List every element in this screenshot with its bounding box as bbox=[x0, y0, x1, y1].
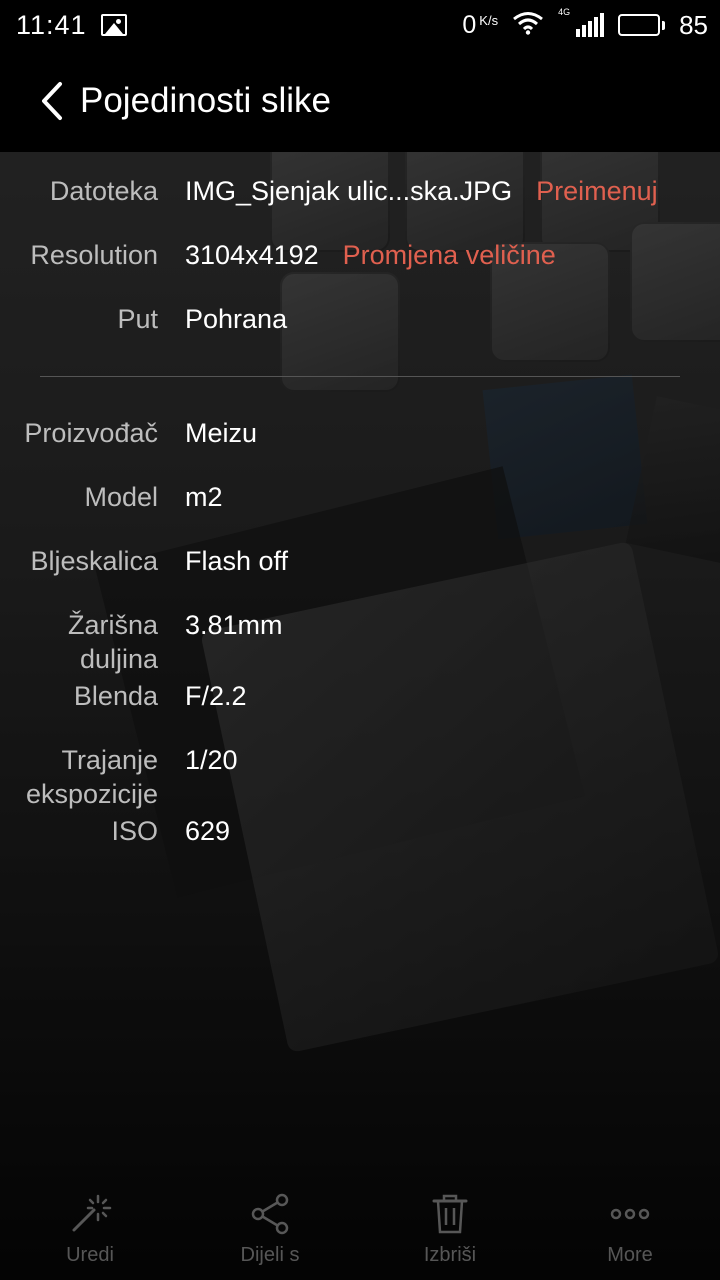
detail-row-resolution: Resolution 3104x4192 Promjena veličine bbox=[0, 238, 720, 272]
detail-row-iso: ISO 629 bbox=[0, 814, 720, 848]
detail-row-path: Put Pohrana bbox=[0, 302, 720, 336]
detail-value: Pohrana bbox=[185, 304, 288, 334]
detail-value: 3104x4192 bbox=[185, 240, 319, 270]
network-speed: 0 K/s bbox=[462, 10, 499, 39]
back-arrow-icon[interactable] bbox=[38, 81, 66, 121]
detail-row-model: Model m2 bbox=[0, 480, 720, 514]
rename-link[interactable]: Preimenuj bbox=[536, 174, 658, 208]
image-notification-icon bbox=[100, 14, 127, 36]
detail-label: Model bbox=[84, 482, 158, 512]
battery-percentage: 85 bbox=[679, 9, 708, 40]
detail-value: 629 bbox=[185, 816, 231, 846]
detail-value: Flash off bbox=[185, 546, 289, 576]
bottom-toolbar: Uredi Dijeli s Izbriši More bbox=[0, 1178, 720, 1280]
detail-label: Bljeskalica bbox=[30, 546, 158, 576]
detail-label: Proizvođač bbox=[24, 418, 158, 448]
detail-value: Meizu bbox=[185, 418, 258, 448]
status-time: 11:41 bbox=[16, 9, 87, 40]
magic-wand-icon bbox=[68, 1192, 112, 1236]
delete-label: Izbriši bbox=[423, 1244, 477, 1266]
status-bar: 11:41 0 K/s 4G 85 bbox=[0, 0, 720, 50]
more-dots-icon bbox=[608, 1192, 652, 1236]
detail-value: 3.81mm bbox=[185, 610, 283, 640]
wifi-icon bbox=[512, 11, 544, 40]
cell-signal-icon: 4G bbox=[558, 7, 605, 37]
battery-icon bbox=[618, 14, 666, 36]
detail-label: Blenda bbox=[73, 681, 158, 711]
detail-label: Put bbox=[117, 304, 158, 334]
app-header: Pojedinosti slike bbox=[0, 50, 720, 152]
page-title: Pojedinosti slike bbox=[80, 81, 331, 120]
detail-label: Trajanje ekspozicije bbox=[25, 745, 158, 809]
detail-label: ISO bbox=[111, 816, 158, 846]
more-label: More bbox=[607, 1244, 653, 1266]
detail-row-focal-length: Žarišna duljina 3.81mm bbox=[0, 608, 720, 676]
detail-row-file: Datoteka IMG_Sjenjak ulic...ska.JPG Prei… bbox=[0, 174, 720, 208]
detail-label: Resolution bbox=[30, 240, 158, 270]
more-button[interactable]: More bbox=[555, 1178, 705, 1280]
delete-button[interactable]: Izbriši bbox=[375, 1178, 525, 1280]
detail-value: F/2.2 bbox=[185, 681, 247, 711]
detail-row-manufacturer: Proizvođač Meizu bbox=[0, 416, 720, 450]
detail-label: Žarišna duljina bbox=[67, 610, 158, 674]
detail-label: Datoteka bbox=[49, 176, 158, 206]
edit-label: Uredi bbox=[66, 1244, 114, 1266]
detail-row-exposure: Trajanje ekspozicije 1/20 bbox=[0, 743, 720, 811]
detail-value: m2 bbox=[185, 482, 223, 512]
trash-icon bbox=[428, 1192, 472, 1236]
detail-row-flash: Bljeskalica Flash off bbox=[0, 544, 720, 578]
section-divider bbox=[40, 376, 680, 377]
edit-button[interactable]: Uredi bbox=[15, 1178, 165, 1280]
share-icon bbox=[248, 1192, 292, 1236]
share-button[interactable]: Dijeli s bbox=[195, 1178, 345, 1280]
share-label: Dijeli s bbox=[240, 1244, 300, 1266]
detail-row-aperture: Blenda F/2.2 bbox=[0, 679, 720, 713]
resize-link[interactable]: Promjena veličine bbox=[343, 238, 556, 272]
detail-value: IMG_Sjenjak ulic...ska.JPG bbox=[185, 176, 513, 206]
detail-value: 1/20 bbox=[185, 745, 238, 775]
